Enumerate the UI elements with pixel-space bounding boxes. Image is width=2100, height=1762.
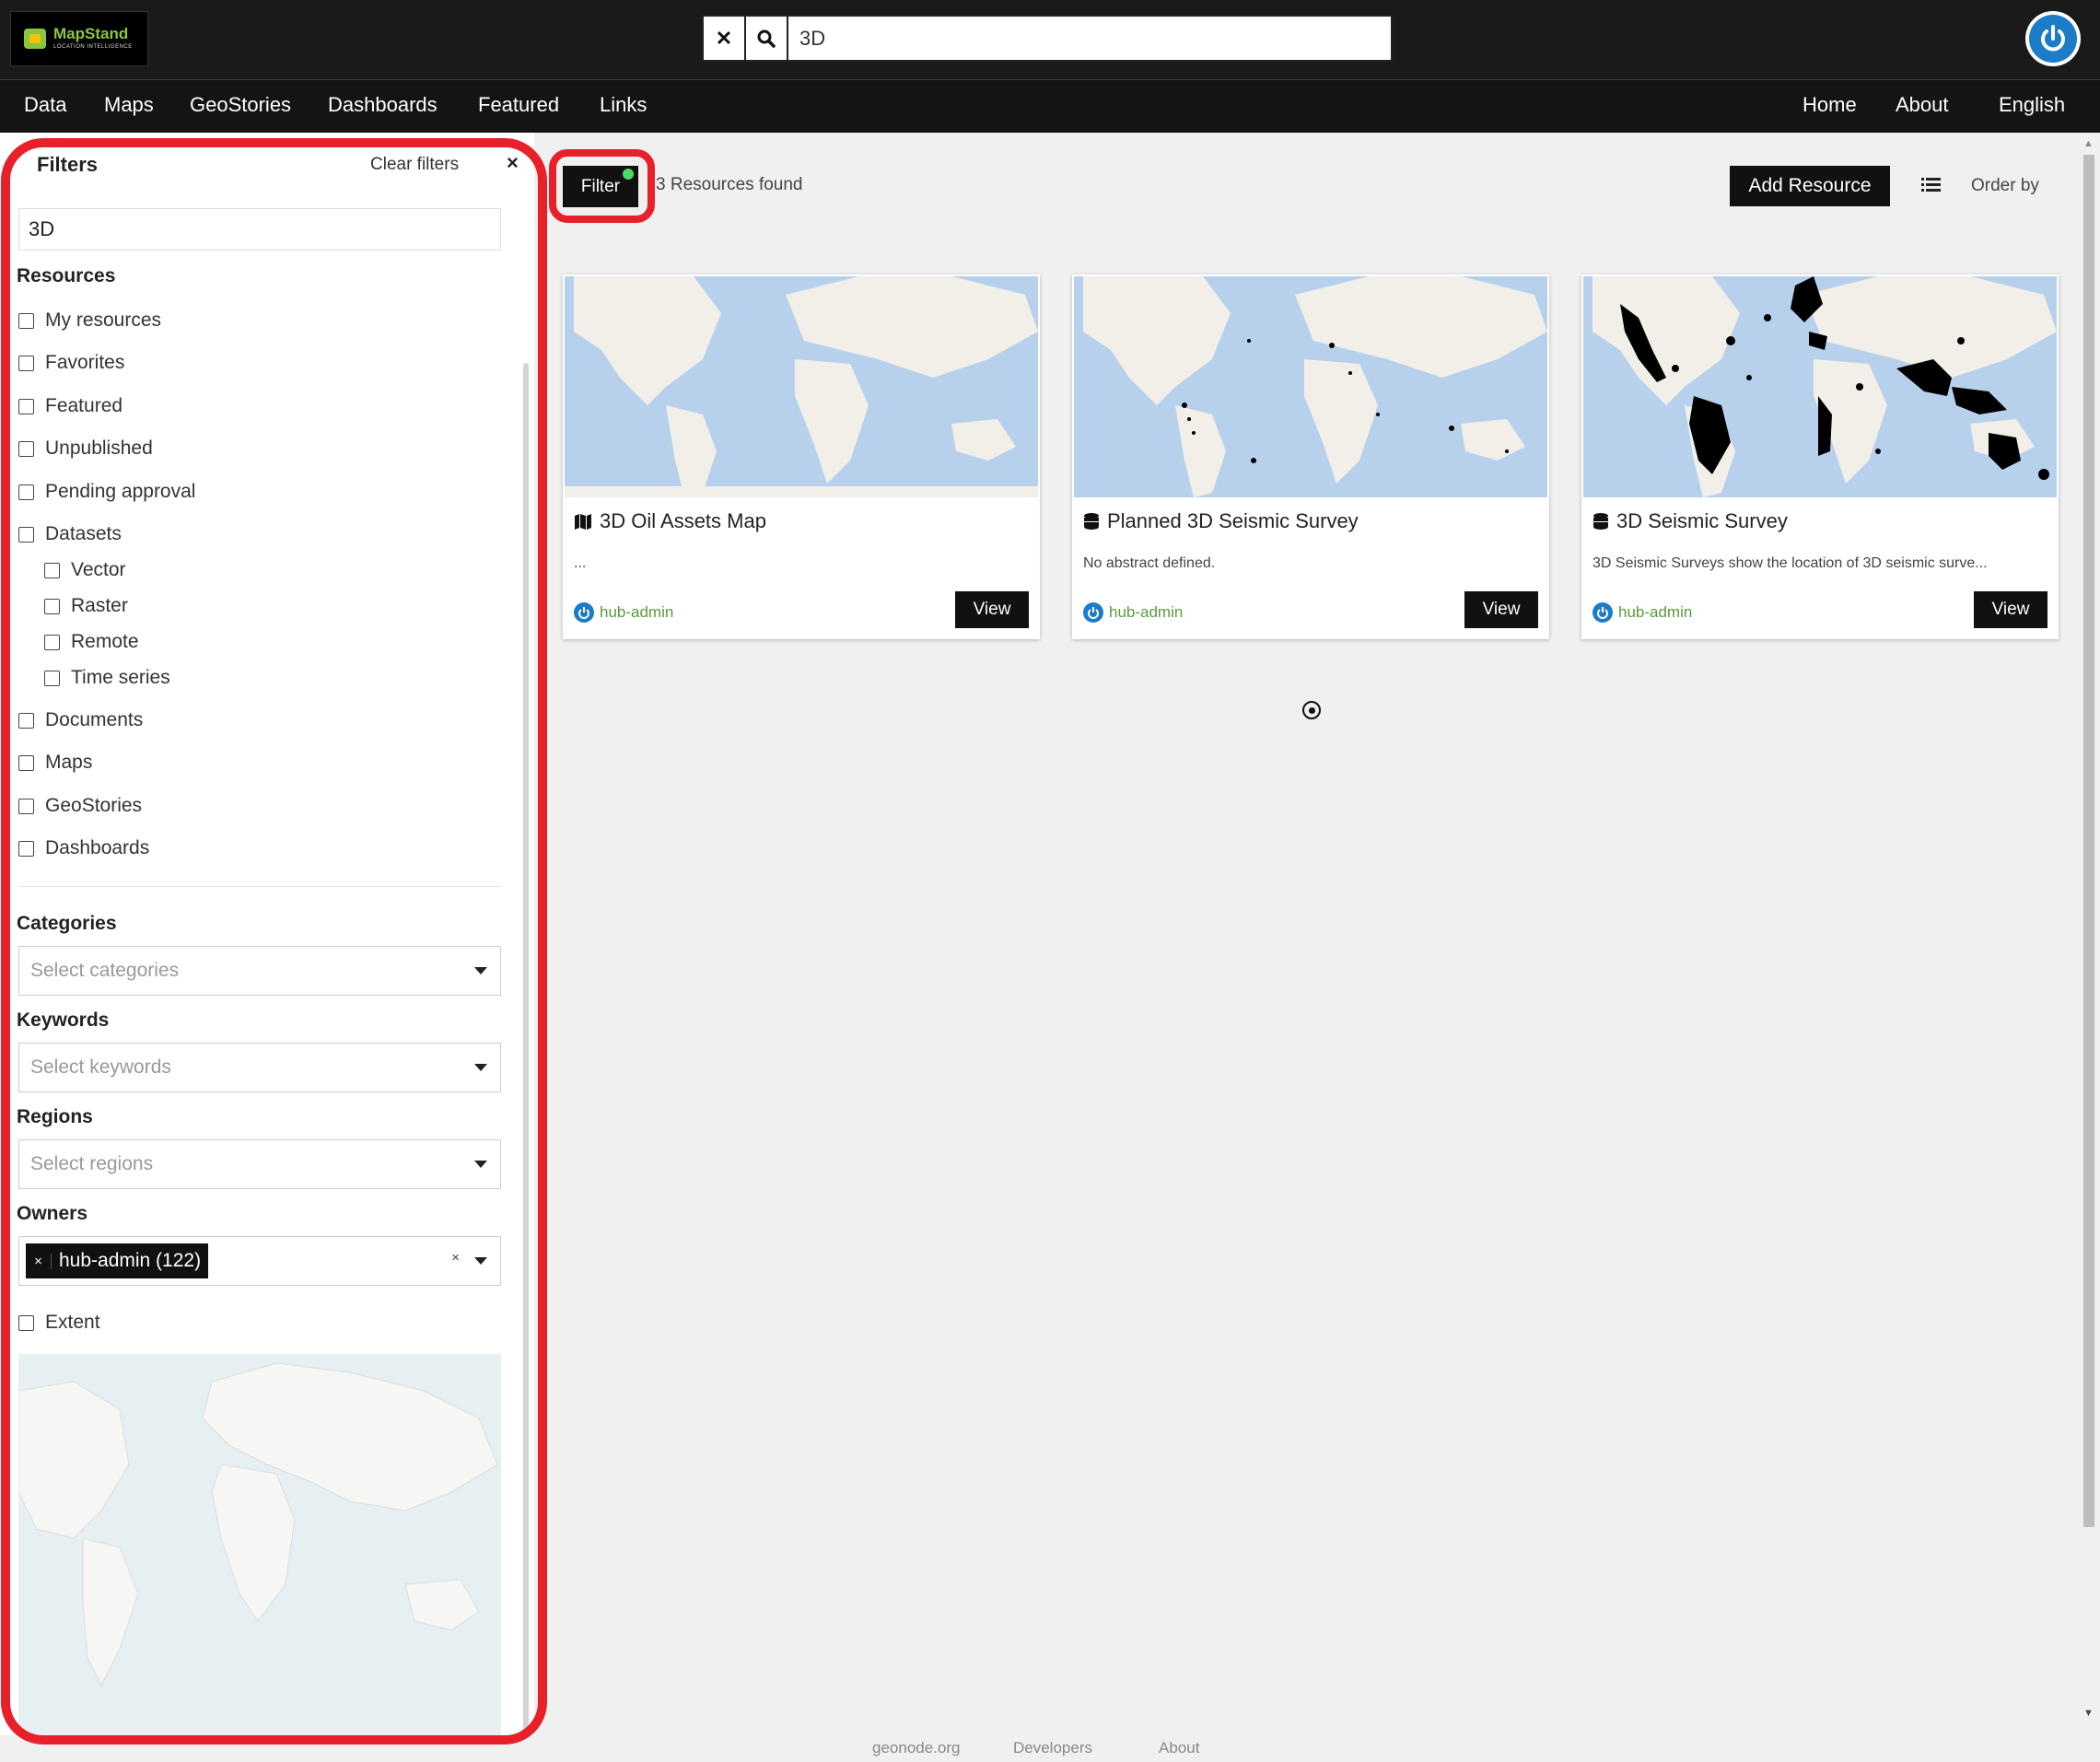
search-bar: ✕ — [702, 15, 1393, 62]
card-abstract: No abstract defined. — [1083, 555, 1216, 571]
resource-card[interactable]: 3D Seismic Survey 3D Seismic Surveys sho… — [1581, 274, 2059, 639]
view-button[interactable]: View — [955, 591, 1029, 628]
owner-avatar-icon — [1083, 602, 1103, 623]
card-thumbnail[interactable] — [565, 276, 1038, 497]
owner-link[interactable]: hub-admin — [574, 602, 673, 623]
list-view-icon[interactable] — [1921, 177, 1943, 195]
owner-avatar-icon — [1592, 602, 1613, 623]
scroll-down-arrow-icon[interactable]: ▼ — [2083, 1708, 2094, 1719]
main-scrollbar[interactable] — [2083, 155, 2094, 1527]
nav-about[interactable]: About — [1896, 93, 1949, 117]
annotation-highlight-filters — [1, 138, 547, 1744]
nav-dashboards[interactable]: Dashboards — [328, 93, 438, 117]
resource-card[interactable]: 3D Oil Assets Map ... hub-admin View — [563, 274, 1040, 639]
footer-geonode-link[interactable]: geonode.org — [872, 1739, 960, 1757]
nav-data[interactable]: Data — [24, 93, 66, 117]
loading-spinner-icon — [1302, 701, 1321, 719]
order-by-dropdown[interactable]: Order by — [1971, 176, 2039, 196]
close-icon[interactable]: ✕ — [704, 17, 746, 60]
search-input[interactable] — [788, 17, 1391, 60]
top-bar: MapStand LOCATION INTELLIGENCE ✕ — [0, 0, 2100, 79]
add-resource-button[interactable]: Add Resource — [1730, 166, 1890, 206]
card-abstract: ... — [574, 555, 587, 571]
map-icon — [575, 514, 591, 530]
results-count: 3 Resources found — [656, 175, 803, 194]
footer-developers-link[interactable]: Developers — [1013, 1739, 1092, 1757]
card-abstract: 3D Seismic Surveys show the location of … — [1592, 555, 1988, 571]
database-icon — [1084, 513, 1099, 530]
card-title[interactable]: Planned 3D Seismic Survey — [1107, 509, 1359, 533]
resource-card[interactable]: Planned 3D Seismic Survey No abstract de… — [1072, 274, 1549, 639]
search-icon[interactable] — [746, 17, 788, 60]
nav-maps[interactable]: Maps — [104, 93, 154, 117]
nav-home[interactable]: Home — [1802, 93, 1857, 117]
footer-about-link[interactable]: About — [1159, 1739, 1199, 1757]
view-button[interactable]: View — [1464, 591, 1538, 628]
logo-name: MapStand — [53, 25, 129, 42]
annotation-highlight-filter-button — [549, 149, 655, 223]
owner-link[interactable]: hub-admin — [1083, 602, 1183, 623]
nav-links[interactable]: Links — [600, 93, 647, 117]
logo-mark-icon — [24, 29, 46, 49]
scroll-up-arrow-icon[interactable]: ▲ — [2083, 138, 2094, 149]
card-title[interactable]: 3D Oil Assets Map — [600, 509, 766, 533]
view-button[interactable]: View — [1974, 591, 2048, 628]
language-selector[interactable]: English — [1999, 93, 2065, 117]
database-icon — [1593, 513, 1608, 530]
nav-featured[interactable]: Featured — [478, 93, 559, 117]
logo-tagline: LOCATION INTELLIGENCE — [53, 44, 133, 50]
card-title[interactable]: 3D Seismic Survey — [1616, 509, 1788, 533]
user-menu-button[interactable] — [2025, 11, 2081, 66]
owner-avatar-icon — [574, 602, 594, 623]
card-thumbnail[interactable] — [1074, 276, 1547, 497]
power-icon — [2029, 15, 2077, 63]
owner-link[interactable]: hub-admin — [1592, 602, 1692, 623]
mapstand-logo[interactable]: MapStand LOCATION INTELLIGENCE — [10, 11, 148, 66]
nav-geostories[interactable]: GeoStories — [190, 93, 291, 117]
main-nav: Data Maps GeoStories Dashboards Featured… — [0, 79, 2100, 133]
card-thumbnail[interactable] — [1583, 276, 2057, 497]
